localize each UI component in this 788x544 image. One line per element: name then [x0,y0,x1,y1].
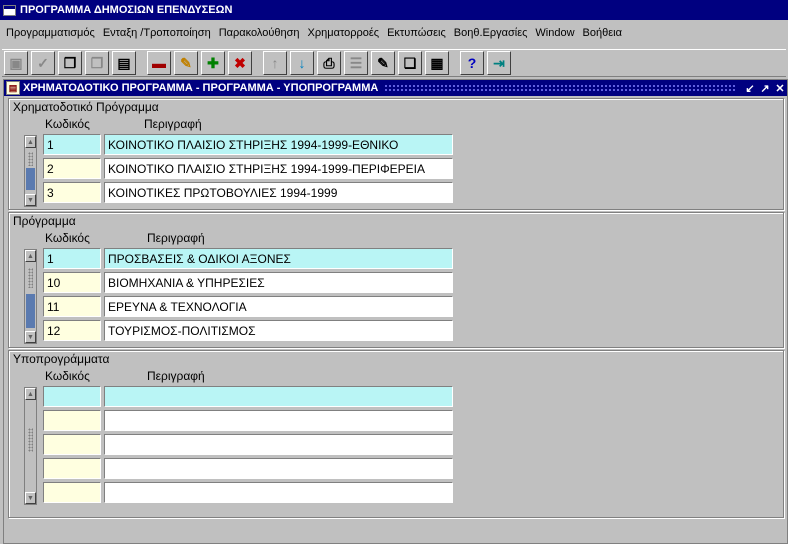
program-code-header: Κωδικός [45,231,90,245]
funding-desc-cell[interactable]: ΚΟΙΝΟΤΙΚΟ ΠΛΑΙΣΙΟ ΣΤΗΡΙΞΗΣ 1994-1999-ΠΕΡ… [104,158,453,179]
scroll-up-icon[interactable]: ▲ [25,388,36,400]
subprogram-desc-cell[interactable] [104,482,453,503]
maximize-icon[interactable]: ↗ [758,82,772,95]
program-desc-cell[interactable]: ΠΡΟΣΒΑΣΕΙΣ & ΟΔΙΚΟΙ ΑΞΟΝΕΣ [104,248,453,269]
exit-icon[interactable]: ⇥ [487,51,511,75]
app-icon [3,4,16,16]
program-desc-cell[interactable]: ΒΙΟΜΗΧΑΝΙΑ & ΥΠΗΡΕΣΙΕΣ [104,272,453,293]
form-icon: ▤ [6,81,20,95]
help-icon[interactable]: ? [460,51,484,75]
insert-record-icon[interactable]: ✚ [201,51,225,75]
menu-prints[interactable]: Εκτυπώσεις [383,27,450,39]
paste-record-icon[interactable]: ▤ [112,51,136,75]
program-scrollbar[interactable]: ▲ ▼ [24,249,37,344]
menu-programming[interactable]: Προγραμματισμός [2,27,99,39]
funding-program-block: Χρηματοδοτικό Πρόγραμμα Κωδικός Περιγραφ… [8,98,784,210]
copy-icon[interactable]: ❐ [58,51,82,75]
list-icon[interactable]: ☰ [344,51,368,75]
menu-bar: Προγραμματισμός Ενταξη /Τροποποίηση Παρα… [0,22,788,44]
up-icon[interactable]: ↑ [263,51,287,75]
funding-scrollbar[interactable]: ▲ ▼ [24,135,37,207]
subprogram-code-cell[interactable] [43,458,101,479]
program-code-cell[interactable]: 11 [43,296,101,317]
subprogram-desc-header: Περιγραφή [147,369,205,383]
funding-desc-cell[interactable]: ΚΟΙΝΟΤΙΚΕΣ ΠΡΩΤΟΒΟΥΛΙΕΣ 1994-1999 [104,182,453,203]
enter-query-icon[interactable]: ▬ [147,51,171,75]
edit-icon[interactable]: ✎ [174,51,198,75]
delete-record-icon[interactable]: ✖ [228,51,252,75]
program-desc-cell[interactable]: ΕΡΕΥΝΑ & ΤΕΧΝΟΛΟΓΙΑ [104,296,453,317]
scroll-down-icon[interactable]: ▼ [25,331,36,343]
program-desc-cell[interactable]: ΤΟΥΡΙΣΜΟΣ-ΠΟΛΙΤΙΣΜΟΣ [104,320,453,341]
menu-help[interactable]: Βοήθεια [579,27,626,39]
funding-code-cell[interactable]: 3 [43,182,101,203]
subprogram-desc-cell[interactable] [104,386,453,407]
scroll-thumb[interactable] [26,168,35,190]
funding-desc-cell[interactable]: ΚΟΙΝΟΤΙΚΟ ΠΛΑΙΣΙΟ ΣΤΗΡΙΞΗΣ 1994-1999-ΕΘΝ… [104,134,453,155]
scroll-down-icon[interactable]: ▼ [25,492,36,504]
menu-cash-flows[interactable]: Χρηματορροές [304,27,384,39]
title-grip [384,84,736,92]
menu-monitoring[interactable]: Παρακολούθηση [215,27,304,39]
subprogram-code-cell[interactable] [43,386,101,407]
copy-text-icon[interactable]: ❏ [398,51,422,75]
close-icon[interactable]: ✕ [773,82,787,95]
funding-program-title: Χρηματοδοτικό Πρόγραμμα [13,100,159,114]
scroll-up-icon[interactable]: ▲ [25,250,36,262]
paste-text-icon[interactable]: ▦ [425,51,449,75]
menu-utilities[interactable]: Βοηθ.Εργασίες [450,27,532,39]
form-window: ▤ ΧΡΗΜΑΤΟΔΟΤΙΚΟ ΠΡΟΓΡΑΜΜΑ - ΠΡΟΓΡΑΜΜΑ - … [3,79,788,544]
program-code-cell[interactable]: 12 [43,320,101,341]
scroll-down-icon[interactable]: ▼ [25,194,36,206]
minimize-icon[interactable]: ↙ [743,82,757,95]
scroll-up-icon[interactable]: ▲ [25,136,36,148]
subprogram-code-cell[interactable] [43,410,101,431]
accept-icon[interactable]: ✓ [31,51,55,75]
program-desc-header: Περιγραφή [147,231,205,245]
funding-code-cell[interactable]: 2 [43,158,101,179]
edit-field-icon[interactable]: ✎ [371,51,395,75]
copy-disabled-icon[interactable]: ❐ [85,51,109,75]
program-title: Πρόγραμμα [13,214,76,228]
funding-code-cell[interactable]: 1 [43,134,101,155]
app-title-bar: ΠΡΟΓΡΑΜΜΑ ΔΗΜΟΣΙΩΝ ΕΠΕΝΔΥΣΕΩΝ [0,0,788,20]
down-icon[interactable]: ↓ [290,51,314,75]
toolbar: ▣ ✓ ❐ ❐ ▤ ▬ ✎ ✚ ✖ ↑ ↓ ⎙ ☰ ✎ ❏ ▦ ? ⇥ [2,49,786,77]
program-block: Πρόγραμμα Κωδικός Περιγραφή ▲ ▼ 1 ΠΡΟΣΒΑ… [8,212,784,348]
subprogram-desc-cell[interactable] [104,410,453,431]
form-title-bar: ▤ ΧΡΗΜΑΤΟΔΟΤΙΚΟ ΠΡΟΓΡΑΜΜΑ - ΠΡΟΓΡΑΜΜΑ - … [4,80,787,96]
program-code-cell[interactable]: 1 [43,248,101,269]
program-code-cell[interactable]: 10 [43,272,101,293]
funding-code-header: Κωδικός [45,117,90,131]
subprogram-desc-cell[interactable] [104,434,453,455]
subprogram-code-header: Κωδικός [45,369,90,383]
subprogram-code-cell[interactable] [43,434,101,455]
subprogram-desc-cell[interactable] [104,458,453,479]
save-icon[interactable]: ▣ [4,51,28,75]
subprogram-block: Υποπρογράμματα Κωδικός Περιγραφή ▲ ▼ [8,350,784,518]
subprogram-scrollbar[interactable]: ▲ ▼ [24,387,37,505]
menu-window[interactable]: Window [531,27,578,39]
print-icon[interactable]: ⎙ [317,51,341,75]
app-title: ΠΡΟΓΡΑΜΜΑ ΔΗΜΟΣΙΩΝ ΕΠΕΝΔΥΣΕΩΝ [20,4,233,16]
subprogram-code-cell[interactable] [43,482,101,503]
funding-desc-header: Περιγραφή [144,117,202,131]
scroll-thumb[interactable] [26,294,35,328]
subprogram-title: Υποπρογράμματα [13,352,110,366]
form-title: ΧΡΗΜΑΤΟΔΟΤΙΚΟ ΠΡΟΓΡΑΜΜΑ - ΠΡΟΓΡΑΜΜΑ - ΥΠ… [23,82,379,94]
menu-inclusion-modification[interactable]: Ενταξη /Τροποποίηση [99,27,215,39]
